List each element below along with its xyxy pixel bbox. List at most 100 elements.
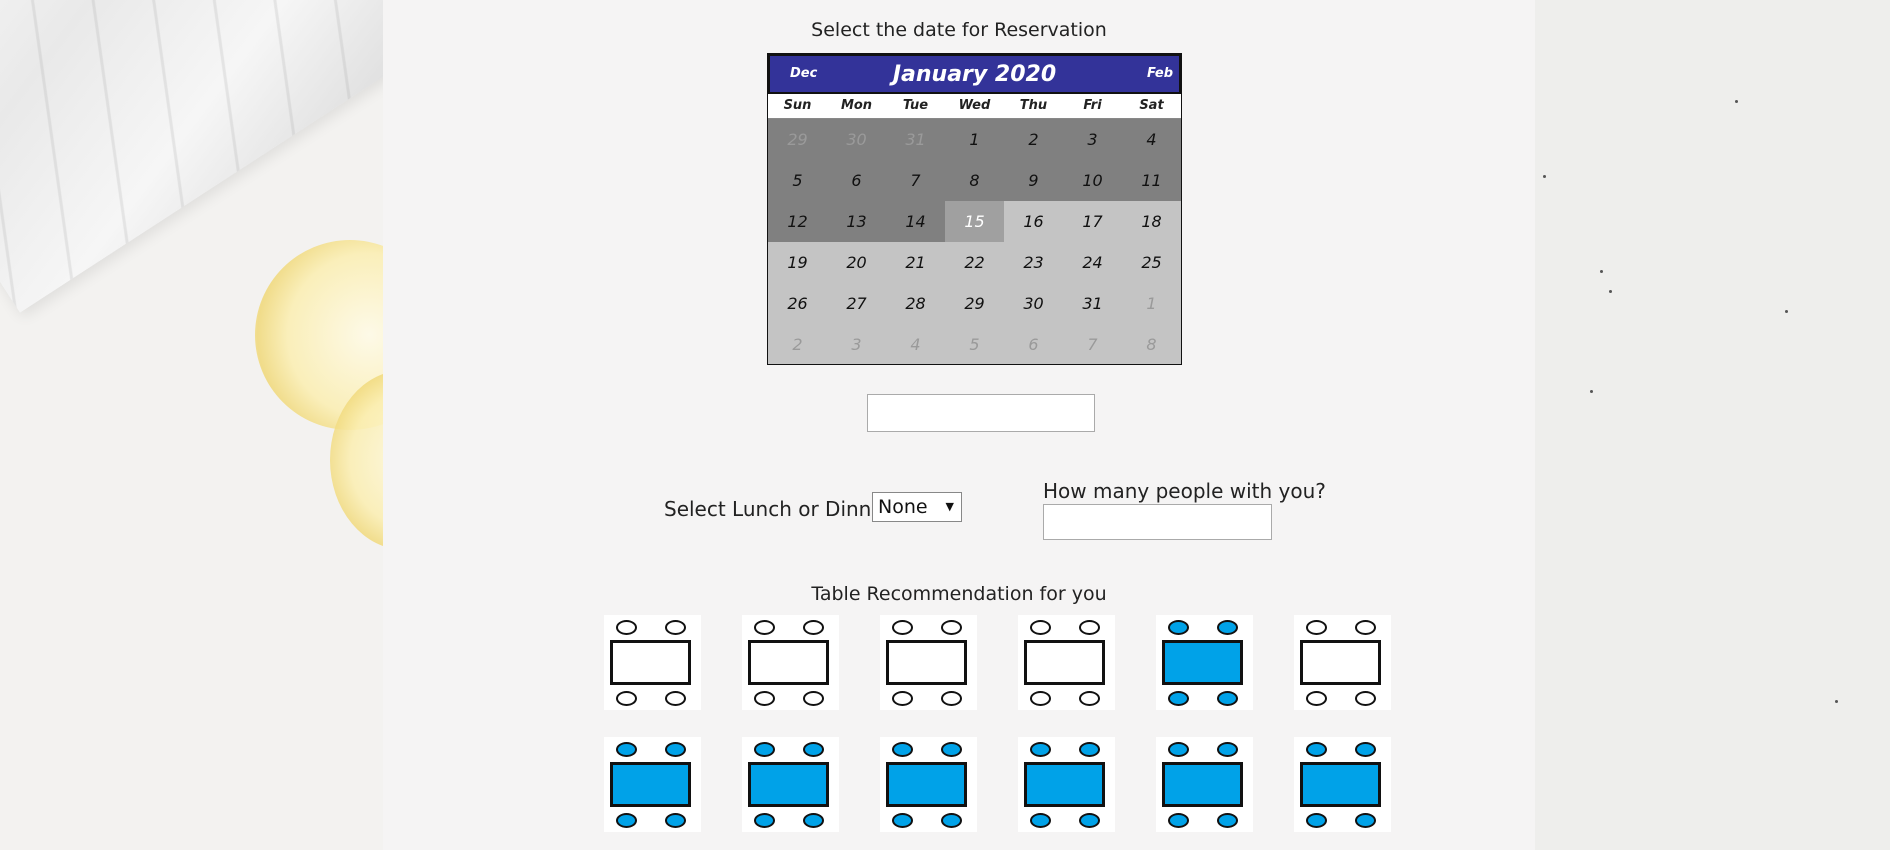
- table-option[interactable]: [604, 737, 701, 832]
- meal-label: Select Lunch or Dinner: [664, 497, 892, 521]
- chair-icon: [1217, 813, 1238, 828]
- calendar-day: 4: [1122, 119, 1181, 160]
- calendar-day[interactable]: 23: [1004, 242, 1063, 283]
- table-option[interactable]: [1156, 737, 1253, 832]
- calendar-day[interactable]: 29: [945, 283, 1004, 324]
- chair-icon: [1306, 813, 1327, 828]
- table-icon: [1162, 640, 1243, 685]
- calendar-day[interactable]: 20: [827, 242, 886, 283]
- chair-icon: [941, 691, 962, 706]
- table-option[interactable]: [604, 615, 701, 710]
- chair-icon: [1030, 742, 1051, 757]
- chair-icon: [665, 742, 686, 757]
- chair-icon: [754, 620, 775, 635]
- meal-select[interactable]: None ▼: [872, 492, 962, 522]
- chair-icon: [616, 691, 637, 706]
- chair-icon: [616, 742, 637, 757]
- calendar-day[interactable]: 8: [1122, 324, 1181, 365]
- calendar-day: 7: [886, 160, 945, 201]
- selected-date-field[interactable]: [867, 394, 1095, 432]
- meal-select-value: None: [878, 496, 928, 518]
- calendar-day[interactable]: 6: [1004, 324, 1063, 365]
- chair-icon: [754, 691, 775, 706]
- chair-icon: [616, 620, 637, 635]
- chair-icon: [941, 813, 962, 828]
- weekday-header-row: Sun Mon Tue Wed Thu Fri Sat: [768, 94, 1181, 119]
- weekday-label: Thu: [1019, 98, 1048, 113]
- calendar-day[interactable]: 24: [1063, 242, 1122, 283]
- calendar-day[interactable]: 18: [1122, 201, 1181, 242]
- chair-icon: [1079, 691, 1100, 706]
- chair-icon: [1030, 813, 1051, 828]
- chair-icon: [1355, 742, 1376, 757]
- chair-icon: [1355, 691, 1376, 706]
- chair-icon: [1355, 813, 1376, 828]
- calendar-day: 10: [1063, 160, 1122, 201]
- calendar-day[interactable]: 31: [1063, 283, 1122, 324]
- table-option[interactable]: [1294, 737, 1391, 832]
- background-photo-left: [0, 0, 383, 850]
- calendar-day[interactable]: 17: [1063, 201, 1122, 242]
- weekday-label: Sun: [783, 98, 812, 113]
- table-option[interactable]: [742, 615, 839, 710]
- table-icon: [1300, 640, 1381, 685]
- table-option[interactable]: [1018, 615, 1115, 710]
- chair-icon: [665, 691, 686, 706]
- people-count-input[interactable]: [1043, 504, 1272, 540]
- table-option[interactable]: [1294, 615, 1391, 710]
- next-month-button[interactable]: Feb: [1147, 66, 1173, 81]
- weekday-label: Wed: [958, 98, 991, 113]
- current-month-label: January 2020: [892, 62, 1057, 87]
- calendar-day: 6: [827, 160, 886, 201]
- calendar-day: 11: [1122, 160, 1181, 201]
- chair-icon: [1217, 620, 1238, 635]
- table-option[interactable]: [1156, 615, 1253, 710]
- calendar-day[interactable]: 22: [945, 242, 1004, 283]
- calendar-day[interactable]: 30: [1004, 283, 1063, 324]
- calendar-day[interactable]: 2: [768, 324, 827, 365]
- weekday-label: Fri: [1083, 98, 1102, 113]
- calendar-day[interactable]: 28: [886, 283, 945, 324]
- chair-icon: [803, 620, 824, 635]
- chair-icon: [892, 620, 913, 635]
- people-count-label: How many people with you?: [1043, 479, 1326, 503]
- chair-icon: [892, 813, 913, 828]
- table-option[interactable]: [880, 615, 977, 710]
- chair-icon: [892, 691, 913, 706]
- chair-icon: [941, 620, 962, 635]
- calendar-day: 31: [886, 119, 945, 160]
- table-option[interactable]: [742, 737, 839, 832]
- calendar-day[interactable]: 1: [1122, 283, 1181, 324]
- calendar-day[interactable]: 4: [886, 324, 945, 365]
- calendar-day[interactable]: 7: [1063, 324, 1122, 365]
- table-recommendation-title: Table Recommendation for you: [811, 583, 1107, 605]
- chair-icon: [1030, 620, 1051, 635]
- calendar-day: 2: [1004, 119, 1063, 160]
- calendar-day: 5: [768, 160, 827, 201]
- dropdown-arrow-icon: ▼: [945, 500, 954, 513]
- calendar-day: 1: [945, 119, 1004, 160]
- calendar-day[interactable]: 26: [768, 283, 827, 324]
- calendar-day: 29: [768, 119, 827, 160]
- calendar-day[interactable]: 3: [827, 324, 886, 365]
- calendar-day[interactable]: 15: [945, 201, 1004, 242]
- chair-icon: [1079, 620, 1100, 635]
- chair-icon: [1079, 813, 1100, 828]
- calendar-day[interactable]: 27: [827, 283, 886, 324]
- calendar-day[interactable]: 21: [886, 242, 945, 283]
- table-option[interactable]: [1018, 737, 1115, 832]
- calendar-day[interactable]: 19: [768, 242, 827, 283]
- chair-icon: [754, 742, 775, 757]
- chair-icon: [1168, 742, 1189, 757]
- table-option[interactable]: [880, 737, 977, 832]
- calendar-day: 3: [1063, 119, 1122, 160]
- background-photo-right: [1535, 0, 1890, 850]
- calendar-day[interactable]: 25: [1122, 242, 1181, 283]
- calendar-day[interactable]: 16: [1004, 201, 1063, 242]
- chair-icon: [1168, 620, 1189, 635]
- table-icon: [1024, 640, 1105, 685]
- chair-icon: [803, 691, 824, 706]
- calendar-day-grid: 29 30 31 1 2 3 4 5 6 7 8 9 10 11 12 13 14 15 16 17 18 19 20 21 2…: [768, 119, 1181, 365]
- calendar-day[interactable]: 5: [945, 324, 1004, 365]
- chair-icon: [1217, 691, 1238, 706]
